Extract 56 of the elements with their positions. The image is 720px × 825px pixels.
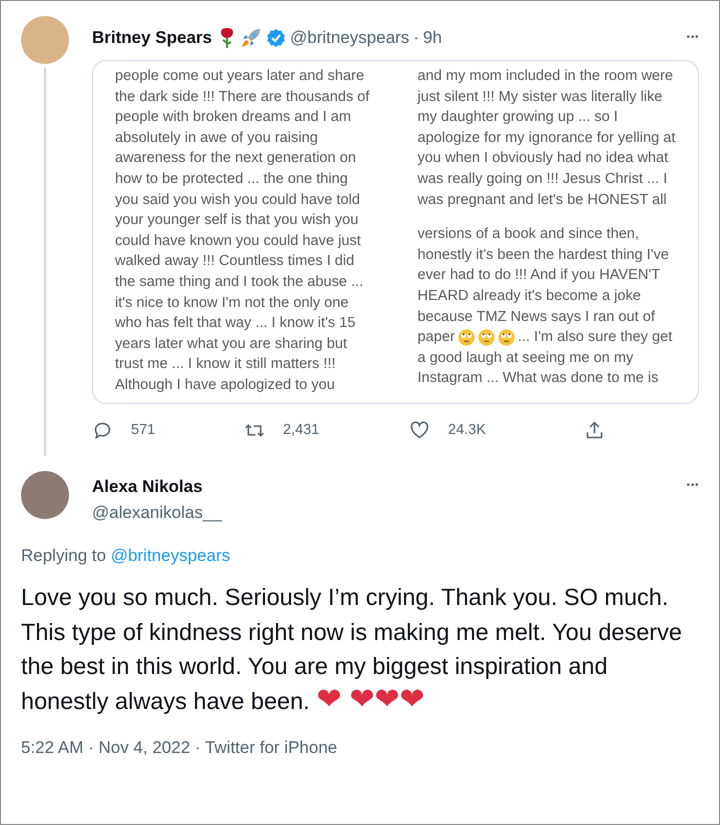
screenshot-image[interactable] [92, 60, 699, 404]
reply-text: Love you so much. Seriously I’m crying. Thank you. SO much. This type of kindness right now is making me melt. You deserve the best in this world. You are my biggest inspiration and honestly always have been. ❤ ❤❤❤ [21, 583, 683, 718]
note-text-line: honestly it's been the hardest thing I've [418, 246, 670, 265]
avatar[interactable] [21, 471, 69, 519]
note-text-line: Although I have apologized to you [115, 376, 336, 395]
note-text-line: awareness for the next generation on [115, 149, 357, 168]
note-text-line: absolutely in awe of you raising [115, 128, 319, 148]
note-text-line: ever had to do !!! And if you HAVEN'T [418, 266, 662, 286]
note-text-line: your younger self is that you wish you [115, 211, 360, 230]
rose-icon [218, 27, 236, 49]
note-text-line: how to be protected ... the one thing [115, 170, 349, 189]
note-text-line: trust me ... I know it still matters !!! [115, 355, 337, 374]
post-meta: 5:22 AM · Nov 4, 2022 · Twitter for iPhone [21, 738, 338, 758]
note-text-line: years later what you are sharing but [115, 334, 348, 354]
speech-bubble-icon [92, 420, 113, 440]
reply-button[interactable]: 571 [92, 420, 244, 440]
note-text-line: was really going on !!! Jesus Christ ... I [418, 170, 668, 189]
note-text-line: Instagram ... What was done to me is [418, 369, 660, 388]
note-text-line: just silent !!! My sister was literally like [418, 88, 664, 107]
note-text-line: the same thing and I took the abuse ... [115, 272, 364, 292]
note-text-line: because TMZ News says I ran out of [418, 308, 656, 327]
note-text-line: apologize for my ignorance for yelling at [418, 128, 676, 148]
rolling-eyes-emoji-icon [498, 328, 515, 346]
note-text-line: who has felt that way ... I know it's 15 [115, 314, 356, 334]
note-text-line: the dark side !!! There are thousands of [115, 88, 370, 107]
share-icon [584, 420, 605, 440]
note-text-line: versions of a book and since then, [418, 225, 640, 244]
user-handle[interactable]: @britneyspears [290, 28, 410, 48]
note-text-line: could have known you could have just [115, 232, 362, 251]
rolling-eyes-emoji-icon [458, 328, 475, 346]
note-text-line: and my mom included in the room were [418, 67, 674, 86]
note-text-line: was pregnant and let's be HONEST all [418, 190, 668, 210]
replying-to-text: Replying to @britneyspears [21, 546, 232, 566]
note-text-line: people with broken dreams and I am [115, 108, 352, 128]
note-text-line: it's nice to know I'm not the only one [115, 294, 350, 313]
separator-dot: · [413, 28, 419, 48]
like-button[interactable]: 24.3K [409, 420, 584, 440]
rocket-icon [240, 27, 262, 49]
note-text-line: HEARD already it's become a joke [418, 286, 642, 306]
rolling-eyes-emoji-icon [478, 328, 495, 346]
heart-icon [409, 420, 430, 440]
note-text: ... I'm also sure they get [518, 328, 672, 348]
retweet-button[interactable]: 2,431 [244, 420, 409, 440]
more-options-button[interactable]: ··· [686, 471, 699, 495]
note-text-line: a good laugh at seeing me on my [418, 348, 634, 368]
note-text-line: you when I obviously had no idea what [418, 149, 670, 168]
author-name[interactable]: Alexa Nikolas [92, 477, 662, 497]
note-text-line: people come out years later and share [115, 67, 366, 86]
note-text: paper [418, 328, 455, 348]
more-options-button[interactable]: ··· [686, 29, 699, 47]
user-handle[interactable]: @alexanikolas__ [92, 503, 664, 523]
post-time[interactable]: 9h [422, 28, 442, 48]
note-text-line: my daughter growing up ... so I [418, 108, 619, 128]
note-text-line: you said you wish you could have told [115, 190, 362, 210]
author-name[interactable]: Britney Spears [92, 28, 212, 48]
note-text-line: walked away !!! Countless times I did [115, 252, 356, 272]
